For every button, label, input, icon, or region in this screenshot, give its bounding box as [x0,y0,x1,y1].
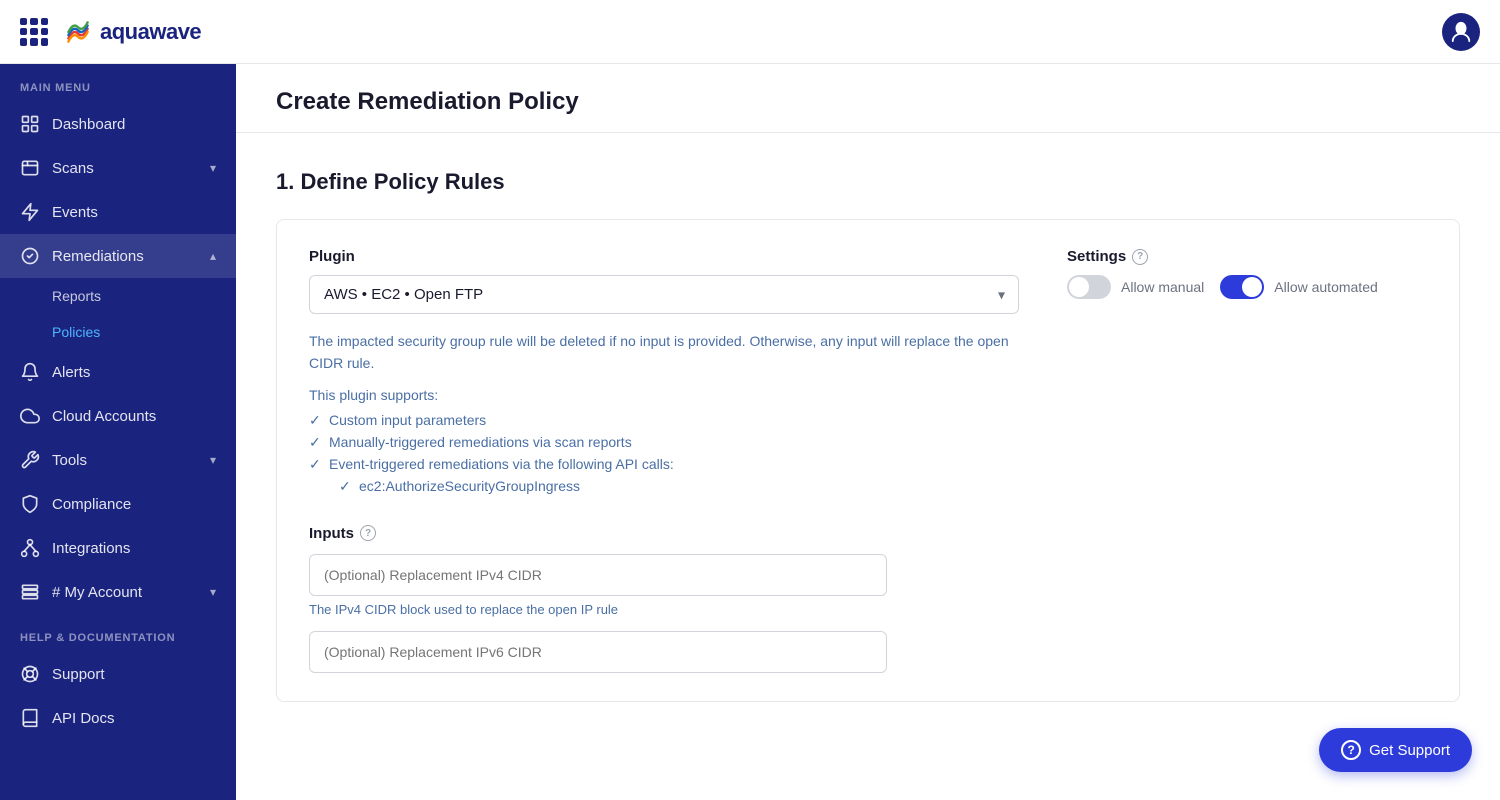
events-icon [20,202,40,222]
sidebar-item-integrations-label: Integrations [52,540,130,557]
sidebar-item-cloud-accounts[interactable]: Cloud Accounts [0,394,236,438]
feature-1: Custom input parameters [309,409,1019,431]
sidebar-item-dashboard-label: Dashboard [52,116,125,133]
allow-automated-label: Allow automated [1274,279,1378,295]
feature-2: Manually-triggered remediations via scan… [309,431,1019,453]
sidebar-item-events-label: Events [52,204,98,221]
sidebar-item-remediations-label: Remediations [52,248,144,265]
allow-manual-group: Allow manual [1067,275,1204,299]
tools-icon [20,450,40,470]
reports-label: Reports [52,288,101,304]
feature-4: ec2:AuthorizeSecurityGroupIngress [309,475,1019,497]
sidebar-item-compliance-label: Compliance [52,496,131,513]
get-support-icon: ? [1341,740,1361,760]
sidebar-item-scans-label: Scans [52,160,94,177]
sidebar-item-alerts-label: Alerts [52,364,90,381]
sidebar: MAIN MENU Dashboard Scans ▾ Events [0,64,236,800]
docs-icon [20,708,40,728]
apps-menu-icon[interactable] [20,18,48,46]
sidebar-item-alerts[interactable]: Alerts [0,350,236,394]
allow-manual-label: Allow manual [1121,279,1204,295]
sidebar-item-tools[interactable]: Tools ▾ [0,438,236,482]
supports-list: Custom input parameters Manually-trigger… [309,409,1019,497]
tools-chevron: ▾ [210,453,216,467]
settings-row: Allow manual Allow automated [1067,275,1427,299]
inputs-help-icon[interactable]: ? [360,525,376,541]
scans-chevron: ▾ [210,161,216,175]
ipv4-hint: The IPv4 CIDR block used to replace the … [309,602,1427,617]
sidebar-item-tools-label: Tools [52,452,87,469]
sidebar-item-events[interactable]: Events [0,190,236,234]
remediations-chevron: ▴ [210,249,216,263]
logo-text: aquawave [100,19,201,45]
sidebar-item-my-account[interactable]: # My Account ▾ [0,570,236,614]
sidebar-item-dashboard[interactable]: Dashboard [0,102,236,146]
get-support-label: Get Support [1369,742,1450,759]
allow-manual-toggle[interactable] [1067,275,1111,299]
logo-icon [62,16,94,48]
alerts-icon [20,362,40,382]
page-title-bar: Create Remediation Policy [236,64,1500,133]
dashboard-icon [20,114,40,134]
header-left: aquawave [20,16,201,48]
sidebar-item-support-label: Support [52,666,105,683]
settings-label: Settings ? [1067,248,1427,265]
main-layout: MAIN MENU Dashboard Scans ▾ Events [0,64,1500,800]
cloud-icon [20,406,40,426]
remediations-icon [20,246,40,266]
content-area: Create Remediation Policy 1. Define Poli… [236,64,1500,800]
two-col-layout: Plugin AWS • EC2 • Open FTP ▾ The impact… [309,248,1427,497]
settings-column: Settings ? Allow manual [1067,248,1427,299]
ipv4-cidr-input[interactable] [309,554,887,596]
sidebar-item-my-account-label: # My Account [52,584,142,601]
integrations-icon [20,538,40,558]
page-body: 1. Define Policy Rules Plugin AWS • EC2 … [236,133,1500,738]
page-title: Create Remediation Policy [276,88,1460,116]
support-icon [20,664,40,684]
sidebar-item-api-docs-label: API Docs [52,710,115,727]
feature-3: Event-triggered remediations via the fol… [309,453,1019,475]
plugin-column: Plugin AWS • EC2 • Open FTP ▾ The impact… [309,248,1019,497]
help-label: HELP & DOCUMENTATION [0,614,236,652]
supports-label: This plugin supports: [309,387,1019,403]
allow-automated-toggle[interactable] [1220,275,1264,299]
ipv6-cidr-input[interactable] [309,631,887,673]
plugin-label: Plugin [309,248,1019,265]
sidebar-item-integrations[interactable]: Integrations [0,526,236,570]
user-avatar[interactable] [1442,13,1480,51]
top-header: aquawave [0,0,1500,64]
plugin-description: The impacted security group rule will be… [309,330,1019,375]
section-heading: 1. Define Policy Rules [276,169,1460,195]
plugin-select-wrapper: AWS • EC2 • Open FTP ▾ [309,275,1019,314]
inputs-section: Inputs ? The IPv4 CIDR block used to rep… [309,525,1427,673]
sidebar-item-remediations[interactable]: Remediations ▴ [0,234,236,278]
sidebar-item-api-docs[interactable]: API Docs [0,696,236,740]
account-chevron: ▾ [210,585,216,599]
allow-automated-group: Allow automated [1220,275,1378,299]
get-support-button[interactable]: ? Get Support [1319,728,1472,772]
settings-help-icon[interactable]: ? [1132,249,1148,265]
policy-card: Plugin AWS • EC2 • Open FTP ▾ The impact… [276,219,1460,702]
compliance-icon [20,494,40,514]
sidebar-item-support[interactable]: Support [0,652,236,696]
account-icon [20,582,40,602]
scans-icon [20,158,40,178]
inputs-label: Inputs ? [309,525,1427,542]
logo: aquawave [62,16,201,48]
sidebar-sub-item-policies[interactable]: Policies [0,314,236,350]
sidebar-item-scans[interactable]: Scans ▾ [0,146,236,190]
policies-label: Policies [52,324,100,340]
sidebar-item-compliance[interactable]: Compliance [0,482,236,526]
plugin-select[interactable]: AWS • EC2 • Open FTP [309,275,1019,314]
main-menu-label: MAIN MENU [0,64,236,102]
sidebar-sub-item-reports[interactable]: Reports [0,278,236,314]
sidebar-item-cloud-accounts-label: Cloud Accounts [52,408,156,425]
